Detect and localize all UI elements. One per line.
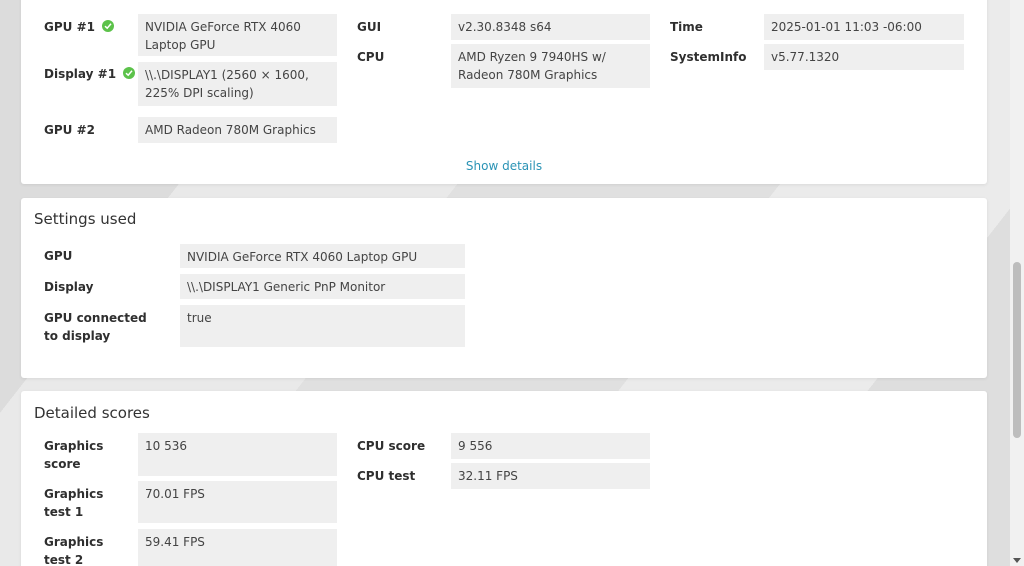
settings-display-value: \\.\DISPLAY1 Generic PnP Monitor xyxy=(180,274,465,299)
systeminfo-label: SystemInfo xyxy=(670,50,747,64)
cpu-value: AMD Ryzen 9 7940HS w/ Radeon 780M Graphi… xyxy=(451,44,650,88)
gpu2-value: AMD Radeon 780M Graphics xyxy=(138,117,337,143)
cpu-label: CPU xyxy=(357,50,385,64)
gui-label: GUI xyxy=(357,20,382,34)
settings-gpu-value: NVIDIA GeForce RTX 4060 Laptop GPU xyxy=(180,244,465,268)
gpu1-label-row: GPU #1 xyxy=(44,18,115,36)
cpu-test-label: CPU test xyxy=(357,469,416,483)
graphics-test2-value: 59.41 FPS xyxy=(138,529,337,566)
time-label: Time xyxy=(670,20,703,34)
gui-value: v2.30.8348 s64 xyxy=(451,14,650,40)
graphics-score-label: Graphics score xyxy=(44,439,104,471)
systeminfo-value: v5.77.1320 xyxy=(764,44,964,70)
graphics-score-value: 10 536 xyxy=(138,433,337,476)
gpu1-value: NVIDIA GeForce RTX 4060 Laptop GPU xyxy=(138,14,337,56)
check-circle-icon xyxy=(123,67,136,79)
cpu-score-value: 9 556 xyxy=(451,433,650,459)
display1-label-row: Display #1 xyxy=(44,65,136,83)
settings-gpu-connected-value: true xyxy=(180,305,465,347)
page-scrollbar[interactable] xyxy=(1010,0,1024,566)
settings-gpu-connected-label: GPU connected to display xyxy=(44,311,147,343)
show-details-link[interactable]: Show details xyxy=(21,159,987,173)
graphics-test1-value: 70.01 FPS xyxy=(138,481,337,523)
cpu-test-value: 32.11 FPS xyxy=(451,463,650,489)
graphics-test2-label: Graphics test 2 xyxy=(44,535,104,566)
settings-title: Settings used xyxy=(34,210,137,228)
check-circle-icon xyxy=(102,20,115,32)
cpu-score-label: CPU score xyxy=(357,439,426,453)
display1-label: Display #1 xyxy=(44,67,117,81)
time-value: 2025-01-01 11:03 -06:00 xyxy=(764,14,964,40)
scores-title: Detailed scores xyxy=(34,404,150,422)
display1-value: \\.\DISPLAY1 (2560 × 1600, 225% DPI scal… xyxy=(138,62,337,106)
graphics-test1-label: Graphics test 1 xyxy=(44,487,104,519)
system-info-card: GPU #1 NVIDIA GeForce RTX 4060 Laptop GP… xyxy=(21,0,987,184)
gpu2-label: GPU #2 xyxy=(44,123,95,137)
settings-display-label: Display xyxy=(44,280,94,294)
scrollbar-thumb[interactable] xyxy=(1013,262,1021,438)
scroll-down-arrow-icon[interactable] xyxy=(1013,558,1021,563)
settings-gpu-label: GPU xyxy=(44,249,73,263)
scores-card: Detailed scores Graphics score 10 536 Gr… xyxy=(21,391,987,566)
gpu1-label: GPU #1 xyxy=(44,20,95,34)
settings-card: Settings used GPU NVIDIA GeForce RTX 406… xyxy=(21,198,987,378)
